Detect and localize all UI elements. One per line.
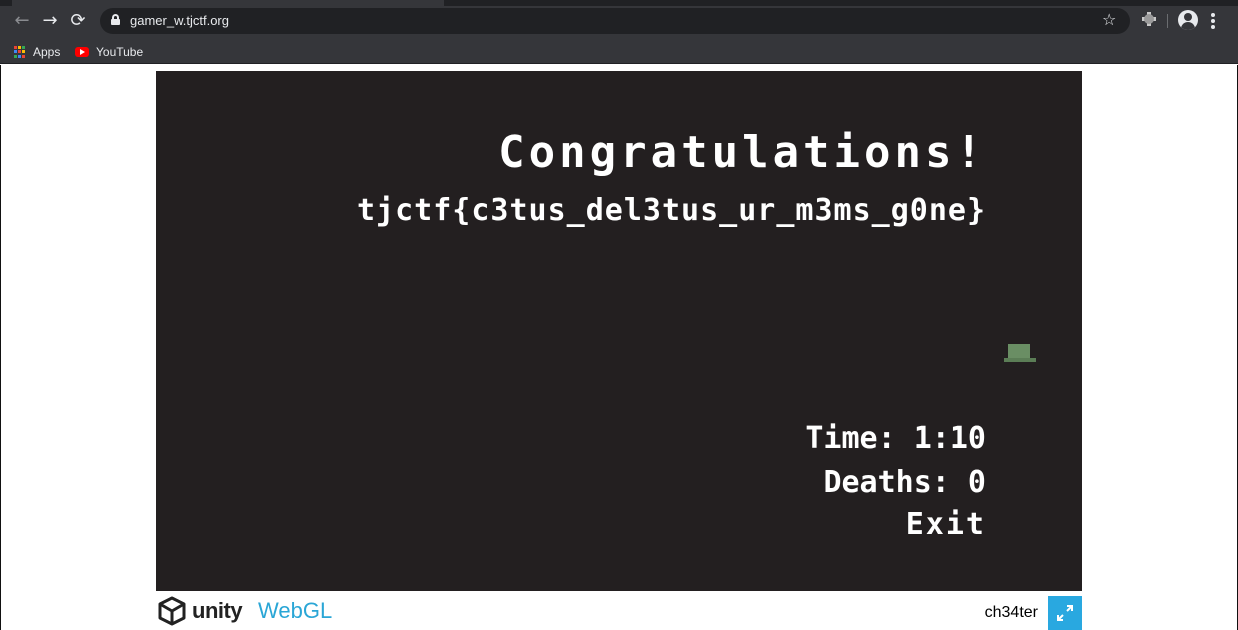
extension-icon[interactable] (1141, 11, 1157, 27)
green-block-sprite (1008, 344, 1030, 358)
unity-game-canvas[interactable]: Congratulations! tjctf{c3tus_del3tus_ur_… (156, 71, 1082, 591)
time-readout: Time: 1:10 (805, 421, 986, 456)
active-tab[interactable] (12, 0, 444, 6)
lock-icon[interactable] (111, 14, 120, 25)
toolbar-divider (1167, 14, 1168, 28)
bookmark-youtube[interactable]: YouTube (75, 44, 143, 60)
deaths-readout: Deaths: 0 (823, 465, 986, 500)
url-text[interactable]: gamer_w.tjctf.org (130, 13, 229, 28)
youtube-icon (75, 47, 89, 57)
congratulations-heading: Congratulations! (498, 127, 986, 178)
fullscreen-button[interactable] (1048, 596, 1082, 630)
browser-toolbar: ← → ⟳ gamer_w.tjctf.org ☆ (0, 0, 1238, 40)
game-title: ch34ter (984, 604, 1038, 621)
webgl-wordmark: WebGL (258, 598, 333, 623)
forward-arrow-icon[interactable]: → (40, 11, 60, 31)
green-block-base (1004, 358, 1036, 362)
apps-grid-icon (14, 46, 26, 58)
bookmarks-bar: Apps YouTube (0, 40, 1238, 64)
star-icon[interactable]: ☆ (1102, 10, 1116, 30)
tab-strip (0, 0, 1238, 6)
exit-button[interactable]: Exit (906, 507, 986, 542)
flag-text: tjctf{c3tus_del3tus_ur_m3ms_g0ne} (356, 193, 986, 228)
profile-icon[interactable] (1178, 10, 1198, 30)
fullscreen-icon (1057, 605, 1073, 621)
bookmark-apps[interactable]: Apps (14, 44, 60, 60)
back-arrow-icon[interactable]: ← (12, 11, 32, 31)
unity-logo-icon (158, 596, 186, 626)
unity-wordmark: unity (192, 598, 243, 623)
unity-footer: unity WebGL ch34ter (156, 592, 1082, 630)
bookmark-label: YouTube (96, 45, 144, 59)
address-bar[interactable]: gamer_w.tjctf.org (100, 8, 1130, 34)
bookmark-label: Apps (33, 45, 61, 59)
kebab-menu-icon[interactable] (1211, 13, 1215, 29)
reload-icon[interactable]: ⟳ (68, 11, 88, 31)
